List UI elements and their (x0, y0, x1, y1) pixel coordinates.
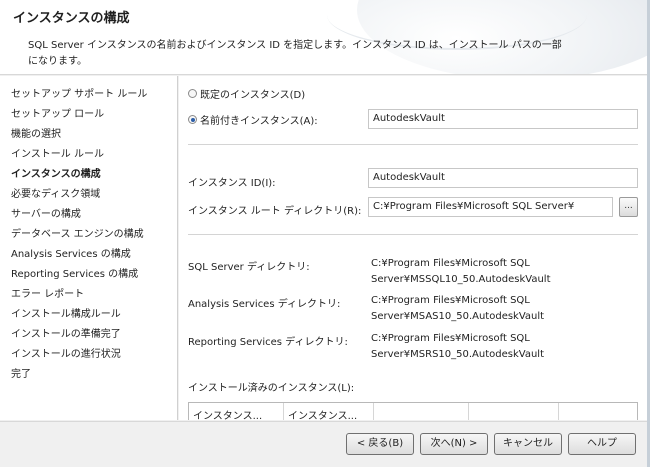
reporting-dir-value: C:¥Program Files¥Microsoft SQL Server¥MS… (371, 331, 544, 363)
reporting-dir-line-2: Server¥MSRS10_50.AutodeskVault (371, 349, 545, 360)
sidebar-item-setup-support-rules[interactable]: セットアップ サポート ルール (11, 85, 147, 100)
sql-server-dir-line-1: C:¥Program Files¥Microsoft SQL (371, 258, 530, 269)
installed-instances-label: インストール済みのインスタンス(L): (188, 383, 355, 394)
browse-button[interactable]: ... (619, 197, 638, 217)
analysis-dir-value: C:¥Program Files¥Microsoft SQL Server¥MS… (371, 293, 544, 325)
setup-window: インスタンスの構成 SQL Server インスタンスの名前およびインスタンス … (0, 0, 650, 467)
grid-column-header[interactable] (469, 403, 559, 420)
help-button[interactable]: ヘルプ (568, 433, 636, 455)
sidebar-item-complete[interactable]: 完了 (11, 365, 31, 380)
default-instance-option[interactable]: 既定のインスタンス(D) (188, 86, 305, 101)
sidebar-item-feature-selection[interactable]: 機能の選択 (11, 125, 61, 140)
instance-id-label: インスタンス ID(I): (188, 178, 276, 189)
sidebar-item-ready-to-install[interactable]: インストールの準備完了 (11, 325, 121, 340)
default-instance-radio[interactable] (188, 89, 197, 98)
sidebar-item-reporting-services-configuration[interactable]: Reporting Services の構成 (11, 265, 138, 280)
named-instance-label: 名前付きインスタンス(A): (200, 116, 318, 127)
sql-server-dir-value: C:¥Program Files¥Microsoft SQL Server¥MS… (371, 256, 551, 288)
grid-column-header[interactable] (559, 403, 637, 420)
divider (188, 144, 638, 145)
page-description: SQL Server インスタンスの名前およびインスタンス ID を指定します。… (28, 40, 562, 67)
sidebar-item-installation-progress[interactable]: インストールの進行状況 (11, 345, 121, 360)
divider (188, 234, 638, 235)
instance-root-input[interactable]: C:¥Program Files¥Microsoft SQL Server¥ (368, 197, 613, 217)
grid-column-header[interactable]: インスタンス... (189, 403, 284, 420)
sql-server-dir-label: SQL Server ディレクトリ: (188, 262, 310, 273)
grid-column-header[interactable]: インスタンス... (284, 403, 374, 420)
default-instance-label: 既定のインスタンス(D) (200, 90, 306, 101)
sidebar-item-instance-configuration[interactable]: インスタンスの構成 (11, 165, 101, 180)
analysis-dir-line-2: Server¥MSAS10_50.AutodeskVault (371, 311, 545, 322)
named-instance-option[interactable]: 名前付きインスタンス(A): (188, 112, 318, 127)
sidebar-item-database-engine-configuration[interactable]: データベース エンジンの構成 (11, 225, 144, 240)
sidebar-item-analysis-services-configuration[interactable]: Analysis Services の構成 (11, 245, 131, 260)
instance-id-input[interactable]: AutodeskVault (368, 168, 638, 188)
button-bar: < 戻る(B) 次へ(N) > キャンセル ヘルプ (0, 421, 647, 467)
sidebar-item-server-configuration[interactable]: サーバーの構成 (11, 205, 81, 220)
reporting-dir-label: Reporting Services ディレクトリ: (188, 337, 348, 348)
installed-instances-grid[interactable]: インスタンス... インスタンス... (188, 402, 638, 420)
named-instance-input[interactable]: AutodeskVault (368, 109, 638, 129)
named-instance-radio[interactable] (188, 115, 197, 124)
analysis-dir-line-1: C:¥Program Files¥Microsoft SQL (371, 295, 530, 306)
sidebar-item-installation-configuration-rules[interactable]: インストール構成ルール (11, 305, 121, 320)
reporting-dir-line-1: C:¥Program Files¥Microsoft SQL (371, 333, 530, 344)
sidebar-item-installation-rules[interactable]: インストール ルール (11, 145, 104, 160)
steps-sidebar: セットアップ サポート ルール セットアップ ロール 機能の選択 インストール … (0, 76, 178, 420)
instance-root-label: インスタンス ルート ディレクトリ(R): (188, 206, 362, 217)
sidebar-item-disk-space[interactable]: 必要なディスク領域 (11, 185, 100, 200)
main-panel: 既定のインスタンス(D) 名前付きインスタンス(A): AutodeskVaul… (179, 76, 647, 420)
cancel-button[interactable]: キャンセル (494, 433, 562, 455)
page-title: インスタンスの構成 (13, 11, 130, 26)
back-button[interactable]: < 戻る(B) (346, 433, 414, 455)
sidebar-item-setup-role[interactable]: セットアップ ロール (11, 105, 104, 120)
grid-column-header[interactable] (374, 403, 469, 420)
analysis-dir-label: Analysis Services ディレクトリ: (188, 299, 341, 310)
page-header: インスタンスの構成 SQL Server インスタンスの名前およびインスタンス … (0, 0, 647, 75)
sidebar-item-error-reporting[interactable]: エラー レポート (11, 285, 84, 300)
next-button[interactable]: 次へ(N) > (420, 433, 488, 455)
sql-server-dir-line-2: Server¥MSSQL10_50.AutodeskVault (371, 274, 551, 285)
